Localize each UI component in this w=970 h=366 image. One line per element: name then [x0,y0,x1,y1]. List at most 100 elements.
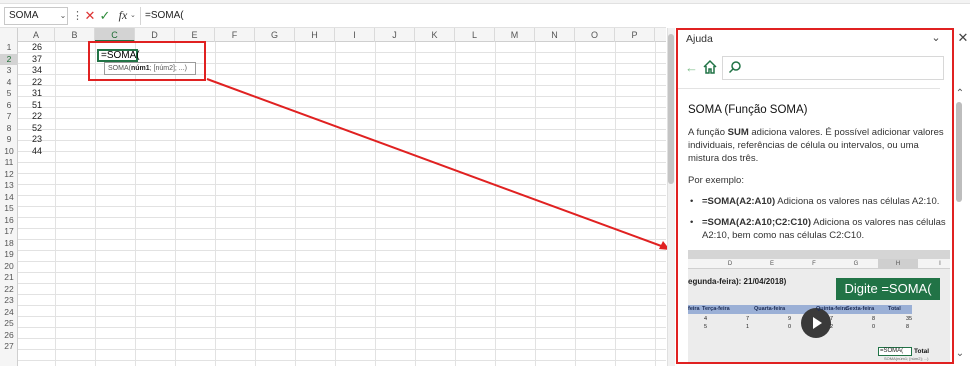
column-header-k[interactable]: K [415,28,455,42]
row-header-10[interactable]: 10 [0,146,18,157]
row-header-17[interactable]: 17 [0,226,18,237]
row-header-14[interactable]: 14 [0,192,18,203]
home-icon[interactable] [702,58,718,76]
column-header-f[interactable]: F [215,28,255,42]
column-header-l[interactable]: L [455,28,495,42]
video-table-cell: 9 [788,316,792,322]
help-search-input[interactable] [722,56,944,80]
column-header-i[interactable]: I [335,28,375,42]
column-header-a[interactable]: A [18,28,55,42]
column-headers: ABCDEFGHIJKLMNOP [0,28,666,42]
video-table-cell: 7 [830,316,834,322]
video-table-cell: 0 [788,324,792,330]
column-header-o[interactable]: O [575,28,615,42]
row-header-24[interactable]: 24 [0,307,18,318]
column-header-j[interactable]: J [375,28,415,42]
video-table-cell: 8 [872,316,876,322]
fx-dropdown-icon[interactable]: ⌄ [130,7,138,25]
row-header-27[interactable]: 27 [0,341,18,352]
row-header-26[interactable]: 26 [0,330,18,341]
row-header-18[interactable]: 18 [0,238,18,249]
row-header-9[interactable]: 9 [0,134,18,145]
column-header-e[interactable]: E [175,28,215,42]
video-formula-cell: =SOMA( [878,347,912,356]
annotation-box-cell [88,41,206,81]
close-icon[interactable]: ✕ [956,30,970,46]
video-table-header-cell: Quarta-feira [754,306,786,312]
cell-area[interactable]: 26 37 34 22 31 51 22 52 23 44 [18,42,666,366]
column-header-d[interactable]: D [135,28,175,42]
row-header-21[interactable]: 21 [0,272,18,283]
cell-a7[interactable]: 22 [32,111,52,122]
help-scroll-thumb[interactable] [956,102,962,202]
row-header-15[interactable]: 15 [0,203,18,214]
more-options-icon[interactable]: ⋮ [72,7,83,25]
column-header-g[interactable]: G [255,28,295,42]
row-header-8[interactable]: 8 [0,123,18,134]
row-header-25[interactable]: 25 [0,318,18,329]
chevron-down-icon[interactable]: ⌄ [929,31,943,47]
row-header-12[interactable]: 12 [0,169,18,180]
video-column-f: F [812,261,816,267]
video-table-header-cell: Total [888,306,901,312]
cancel-formula-button[interactable]: ✕ [83,7,97,25]
bullet-dot: • [690,217,694,228]
cell-a10[interactable]: 44 [32,146,52,157]
row-header-23[interactable]: 23 [0,295,18,306]
video-total-label: Total [914,348,930,355]
example-label: Por exemplo: [688,175,744,186]
cell-a8[interactable]: 52 [32,123,52,134]
sheet-scroll-thumb[interactable] [668,34,674,184]
row-header-7[interactable]: 7 [0,111,18,122]
enter-formula-button[interactable]: ✓ [98,7,112,25]
bullet-code: =SOMA(A2:A10;C2:C10) [702,217,812,228]
cell-a2[interactable]: 37 [32,54,52,65]
cell-a1[interactable]: 26 [32,42,52,53]
row-header-22[interactable]: 22 [0,284,18,295]
help-divider [678,88,940,89]
tutorial-video[interactable]: D E F G H I egunda-feira): 21/04/2018) Digite… [688,250,950,362]
column-header-m[interactable]: M [495,28,535,42]
ribbon-edge [0,0,970,4]
row-header-16[interactable]: 16 [0,215,18,226]
cell-a4[interactable]: 22 [32,77,52,88]
row-header-11[interactable]: 11 [0,157,18,168]
bullet-text: Adiciona os valores nas células A2:10. [775,196,940,207]
video-column-h: H [878,259,918,269]
video-column-headers: D E F G H I [688,259,950,269]
row-header-20[interactable]: 20 [0,261,18,272]
bullet-code: =SOMA(A2:A10) [702,196,776,207]
back-arrow-icon[interactable]: ← [685,60,699,76]
help-scroll-up-icon[interactable]: ⌃ [954,88,966,100]
example-bullet: • =SOMA(A2:A10;C2:C10) Adiciona os valor… [688,216,946,244]
row-header-4[interactable]: 4 [0,77,18,88]
cell-a5[interactable]: 31 [32,88,52,99]
row-header-2[interactable]: 2 [0,53,18,65]
article-intro: A função SUM adiciona valores. É possíve… [688,126,950,165]
video-excel-ribbon [688,250,950,259]
column-header-b[interactable]: B [55,28,95,42]
row-header-5[interactable]: 5 [0,88,18,99]
row-header-13[interactable]: 13 [0,180,18,191]
video-table-cell: 2 [830,324,834,330]
column-header-n[interactable]: N [535,28,575,42]
cell-a3[interactable]: 34 [32,65,52,76]
row-header-6[interactable]: 6 [0,100,18,111]
formula-input[interactable]: =SOMA( [140,7,666,25]
cell-a9[interactable]: 23 [32,134,52,145]
search-icon[interactable] [728,60,742,74]
example-bullet: • =SOMA(A2:A10) Adiciona os valores nas … [688,195,946,209]
row-header-3[interactable]: 3 [0,65,18,76]
name-box-dropdown-icon[interactable]: ⌄ [58,7,68,25]
help-scroll-down-icon[interactable]: ⌄ [954,348,966,360]
column-header-p[interactable]: P [615,28,655,42]
play-icon[interactable] [813,317,822,329]
intro-bold: SUM [727,127,749,138]
cell-a6[interactable]: 51 [32,100,52,111]
video-column-g: G [853,261,859,267]
row-header-19[interactable]: 19 [0,249,18,260]
row-header-1[interactable]: 1 [0,42,18,53]
column-header-c[interactable]: C [95,28,135,42]
column-header-h[interactable]: H [295,28,335,42]
select-all-corner[interactable] [0,28,18,42]
